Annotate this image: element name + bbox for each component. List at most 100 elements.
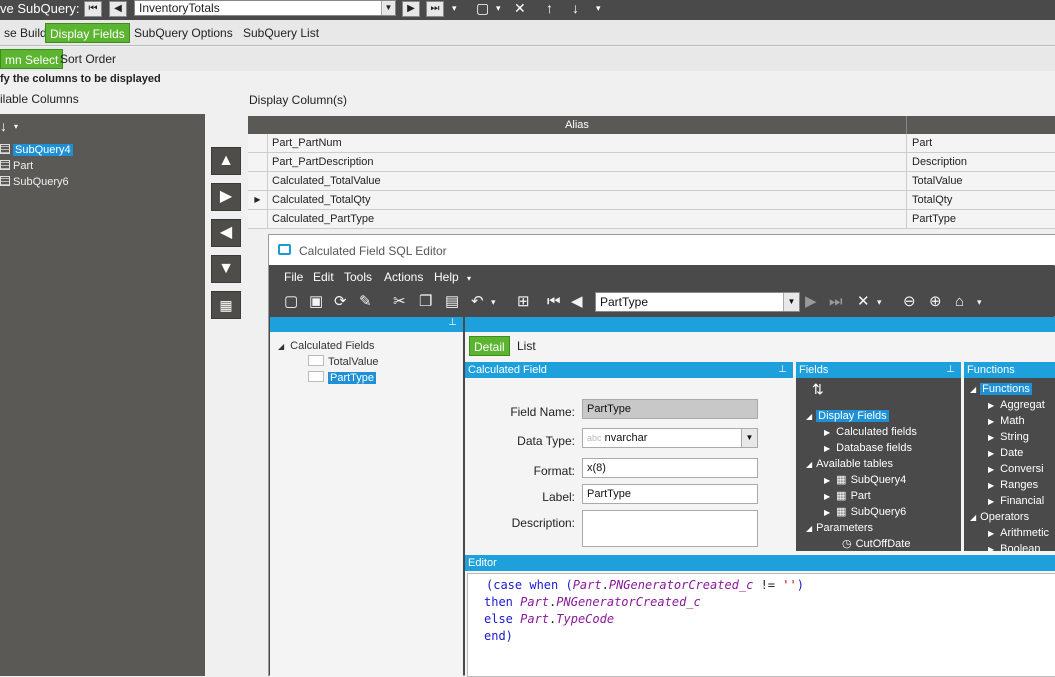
table-row[interactable]: Calculated_TotalValue TotalValue	[248, 172, 1055, 191]
overflow-icon[interactable]: ▾	[452, 0, 457, 16]
move-down-button[interactable]: ▼	[211, 255, 241, 283]
tree-item-financial[interactable]: ▶ Financial	[988, 493, 1044, 509]
column-header[interactable]	[906, 116, 1055, 134]
tree-item-parttype[interactable]: PartType	[308, 370, 377, 386]
refresh-icon[interactable]: ⟳	[334, 294, 347, 310]
table-row[interactable]: Part_PartDescription Description	[248, 153, 1055, 172]
menu-file[interactable]: File	[284, 270, 303, 284]
tree-item-math[interactable]: ▶ Math	[988, 413, 1025, 429]
chevron-down-icon[interactable]: ▼	[783, 293, 799, 311]
overflow-icon[interactable]: ▾	[14, 122, 18, 131]
menu-edit[interactable]: Edit	[313, 270, 334, 284]
last-icon[interactable]: ⏭	[829, 294, 843, 310]
tree-item-part[interactable]: ▶ ▦ Part	[824, 488, 871, 504]
overflow-icon[interactable]: ▾	[977, 294, 982, 310]
menu-help[interactable]: Help	[434, 270, 459, 284]
remove-column-button[interactable]: ◀	[211, 219, 241, 247]
field-name-input[interactable]: PartType	[582, 399, 758, 419]
alias-header[interactable]: Alias	[248, 116, 906, 134]
tab-subquery-options[interactable]: SubQuery Options	[130, 23, 237, 43]
tab-list[interactable]: List	[513, 336, 540, 356]
forward-icon[interactable]: ⊕	[929, 294, 942, 310]
tab-detail[interactable]: Detail	[469, 336, 510, 356]
tree-item-ranges[interactable]: ▶ Ranges	[988, 477, 1038, 493]
back-icon[interactable]: ⊖	[903, 294, 916, 310]
prev-icon[interactable]: ◀	[571, 294, 583, 310]
tree-item-date[interactable]: ▶ Date	[988, 445, 1023, 461]
tab-phrase-build[interactable]: se Build	[0, 23, 51, 43]
expand-icon[interactable]: ▶	[988, 529, 994, 538]
first-record-button[interactable]: ⏮	[84, 1, 102, 17]
new-icon[interactable]: ▢	[284, 294, 298, 310]
table-row[interactable]: ▶ Calculated_TotalQty TotalQty	[248, 191, 1055, 210]
tree-root-calculated-fields[interactable]: ◢ Calculated Fields	[278, 338, 375, 354]
collapse-icon[interactable]: ◢	[278, 342, 284, 351]
expand-icon[interactable]: ▶	[988, 465, 994, 474]
last-record-button[interactable]: ⏭	[426, 1, 444, 17]
tree-item-subquery4[interactable]: ▶ ▦ SubQuery4	[824, 472, 906, 488]
sort-icon[interactable]: ↓	[0, 118, 7, 134]
tree-item-available-tables[interactable]: ◢ Available tables	[806, 456, 893, 472]
tab-sort-order[interactable]: Sort Order	[56, 49, 120, 69]
overflow-icon[interactable]: ▾	[467, 274, 471, 283]
table-row[interactable]: Calculated_PartType PartType	[248, 210, 1055, 229]
description-input[interactable]	[582, 510, 758, 547]
pin-icon[interactable]: ⊥	[946, 362, 955, 378]
tree-item-string[interactable]: ▶ String	[988, 429, 1029, 445]
undo-icon[interactable]: ↶	[471, 294, 484, 310]
tree-item-display-fields[interactable]: ◢ Display Fields	[806, 408, 889, 424]
collapse-icon[interactable]: ◢	[806, 412, 812, 421]
table-item-part[interactable]: Part	[0, 159, 33, 174]
label-input[interactable]: PartType	[582, 484, 758, 504]
overflow-icon[interactable]: ▾	[596, 0, 601, 16]
expand-icon[interactable]: ▶	[988, 545, 994, 551]
expand-icon[interactable]: ▶	[988, 449, 994, 458]
expand-icon[interactable]: ▶	[988, 497, 994, 506]
clear-icon[interactable]: ✎	[359, 294, 372, 310]
menu-actions[interactable]: Actions	[384, 270, 423, 284]
tree-item-totalvalue[interactable]: TotalValue	[308, 354, 379, 370]
first-icon[interactable]: ⏮	[547, 294, 561, 310]
subquery-select[interactable]: InventoryTotals ▼	[134, 0, 396, 16]
chevron-down-icon[interactable]: ▼	[741, 429, 757, 447]
overflow-icon[interactable]: ▾	[877, 294, 882, 310]
sort-az-icon[interactable]: ⇅	[812, 381, 824, 398]
pin-icon[interactable]: ⊥	[778, 362, 787, 378]
table-row[interactable]: Part_PartNum Part	[248, 134, 1055, 153]
pin-icon[interactable]: ⊥	[448, 317, 457, 328]
calculator-button[interactable]: ▦	[211, 291, 241, 319]
expand-icon[interactable]: ▶	[824, 492, 830, 501]
move-down-icon[interactable]: ↓	[572, 0, 579, 16]
tree-item-parameters[interactable]: ◢ Parameters	[806, 520, 873, 536]
tree-item-subquery6[interactable]: ▶ ▦ SubQuery6	[824, 504, 906, 520]
next-icon[interactable]: ▶	[805, 294, 817, 310]
move-up-button[interactable]: ▲	[211, 147, 241, 175]
table-item-subquery6[interactable]: SubQuery6	[0, 175, 69, 190]
expand-icon[interactable]: ▶	[824, 428, 830, 437]
delete-icon[interactable]: ✕	[857, 294, 870, 310]
tree-item-operators[interactable]: ◢ Operators	[970, 509, 1029, 525]
cut-icon[interactable]: ✂	[393, 294, 406, 310]
collapse-icon[interactable]: ◢	[970, 513, 976, 522]
expand-icon[interactable]: ▶	[824, 476, 830, 485]
move-up-icon[interactable]: ↑	[546, 0, 553, 16]
next-record-button[interactable]: ▶	[402, 1, 420, 17]
expand-icon[interactable]: ▶	[988, 417, 994, 426]
binoculars-icon[interactable]: ⊞	[517, 294, 530, 310]
tree-item-conversion[interactable]: ▶ Conversi	[988, 461, 1044, 477]
add-column-button[interactable]: ▶	[211, 183, 241, 211]
overflow-icon[interactable]: ▾	[491, 294, 496, 310]
tree-item-aggregate[interactable]: ▶ Aggregat	[988, 397, 1045, 413]
new-icon[interactable]: ▢	[476, 0, 489, 16]
copy-icon[interactable]: ❐	[419, 294, 432, 310]
field-select[interactable]: PartType ▼	[595, 292, 800, 312]
tree-item-cutoffdate[interactable]: ◷ CutOffDate	[842, 536, 910, 551]
table-item-subquery4[interactable]: SubQuery4	[0, 143, 73, 158]
expand-icon[interactable]: ▶	[824, 444, 830, 453]
tree-item-boolean[interactable]: ▶ Boolean	[988, 541, 1041, 551]
sql-code-editor[interactable]: (case when (Part.PNGeneratorCreated_c !=…	[467, 573, 1055, 677]
format-input[interactable]: x(8)	[582, 458, 758, 478]
expand-icon[interactable]: ▶	[988, 401, 994, 410]
tab-subquery-list[interactable]: SubQuery List	[239, 23, 323, 43]
collapse-icon[interactable]: ◢	[806, 524, 812, 533]
